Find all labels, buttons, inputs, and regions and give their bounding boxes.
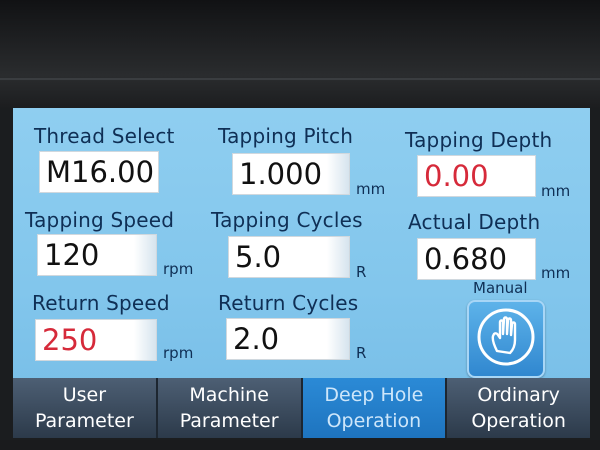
return-cycles-field[interactable]: 2.0 [226, 318, 350, 360]
return-speed-label: Return Speed [32, 291, 170, 315]
hand-icon [476, 307, 536, 371]
tapping-speed-unit: rpm [163, 260, 194, 278]
tapping-pitch-label: Tapping Pitch [218, 124, 354, 148]
tab-label: Operation [471, 410, 566, 432]
manual-label: Manual [473, 279, 528, 297]
device-bezel-top [0, 0, 600, 108]
tab-label: Ordinary [477, 384, 560, 406]
tab-label: User [62, 384, 107, 406]
tapping-pitch-field[interactable]: 1.000 [232, 153, 350, 195]
actual-depth-label: Actual Depth [408, 210, 541, 234]
return-cycles-label: Return Cycles [218, 291, 359, 315]
actual-depth-field: 0.680 [417, 238, 536, 280]
tab-label: Parameter [34, 410, 134, 432]
thread-select-value: M16.00 [46, 155, 155, 189]
tab-label: Deep Hole [324, 384, 424, 406]
tapping-cycles-value: 5.0 [235, 240, 282, 274]
tapping-depth-label: Tapping Depth [405, 128, 553, 152]
tapping-cycles-unit: R [356, 263, 367, 281]
tapping-pitch-unit: mm [356, 180, 386, 198]
return-speed-value: 250 [42, 323, 98, 357]
tapping-depth-value: 0.00 [424, 159, 489, 193]
tapping-pitch-value: 1.000 [239, 157, 323, 191]
thread-select-label: Thread Select [34, 124, 175, 148]
tapping-speed-label: Tapping Speed [25, 208, 175, 232]
tapping-depth-field[interactable]: 0.00 [417, 155, 536, 197]
device-bezel-bottom [0, 440, 600, 450]
return-speed-unit: rpm [163, 344, 194, 362]
manual-button[interactable] [467, 300, 545, 378]
tab-ordinary-operation[interactable]: Ordinary Operation [447, 378, 590, 438]
bezel-seam [0, 78, 600, 80]
bottom-tab-bar: User Parameter Machine Parameter Deep Ho… [13, 378, 590, 438]
tapping-speed-value: 120 [44, 238, 100, 272]
tab-deep-hole-operation[interactable]: Deep Hole Operation [302, 378, 448, 438]
tapping-cycles-field[interactable]: 5.0 [228, 236, 350, 278]
return-speed-field[interactable]: 250 [35, 319, 157, 361]
tab-label: Machine [189, 384, 269, 406]
actual-depth-value: 0.680 [424, 242, 508, 276]
tab-machine-parameter[interactable]: Machine Parameter [157, 378, 303, 438]
tapping-depth-unit: mm [541, 182, 571, 200]
tapping-speed-field[interactable]: 120 [37, 234, 157, 276]
tab-user-parameter[interactable]: User Parameter [13, 378, 158, 438]
tab-label: Operation [326, 410, 422, 432]
tab-label: Parameter [179, 410, 279, 432]
thread-select-field[interactable]: M16.00 [39, 151, 159, 193]
return-cycles-unit: R [356, 344, 367, 362]
tapping-cycles-label: Tapping Cycles [211, 208, 363, 232]
return-cycles-value: 2.0 [233, 322, 280, 356]
actual-depth-unit: mm [541, 264, 571, 282]
